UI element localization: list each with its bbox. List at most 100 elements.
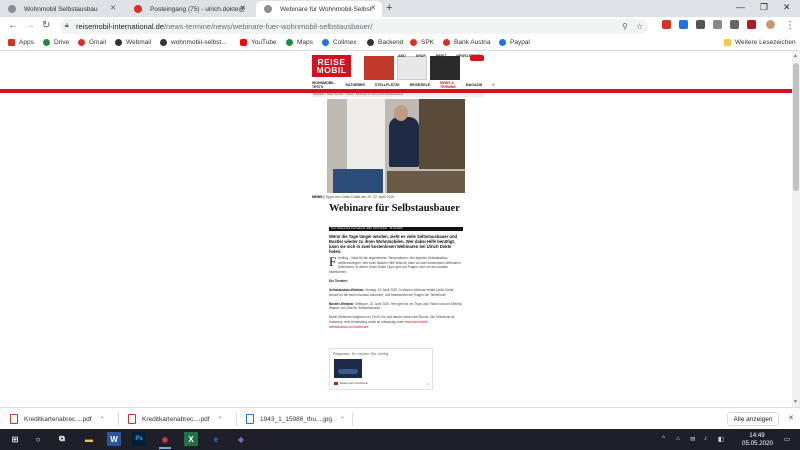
related-article-card[interactable]: Ratgeber: So heizen Sie richtig Reisemob… [329,348,433,390]
spk-icon [410,39,417,46]
word-icon[interactable]: W [107,432,121,446]
close-downloads-icon[interactable]: ✕ [788,414,794,422]
bookmark-youtube[interactable]: YouTube [240,39,277,46]
close-window-button[interactable]: ✕ [783,2,791,13]
bookmark-drive[interactable]: Drive [43,39,69,46]
chevron-up-icon[interactable]: ⌃ [218,416,223,423]
page-viewport: REISE MOBIL ABO SHOP PRINT NEWSLETTER WO… [0,51,792,407]
profile-avatar[interactable] [766,20,775,29]
reload-button[interactable]: ↻ [42,20,50,31]
scroll-down-icon[interactable]: ▼ [793,399,798,405]
acrobat-icon[interactable] [747,20,756,29]
topnav-print[interactable]: PRINT [436,54,447,58]
bookmark-collmex[interactable]: Collmex [322,39,356,46]
bookmark-label: SPK [421,39,435,46]
close-tab-icon[interactable]: ✕ [110,4,116,12]
nav-stellplaetze[interactable]: STELLPLÄTZE [375,83,400,87]
photoshop-icon[interactable]: Ps [132,432,146,446]
search-icon[interactable]: ⚲ [622,22,628,31]
youtube-icon [240,39,247,46]
site-login-button[interactable] [470,55,484,61]
extension-icon[interactable] [662,20,671,29]
minimize-button[interactable]: — [736,2,745,12]
bookmark-spk[interactable]: SPK [410,39,434,46]
search-icon[interactable]: ○ [31,432,45,446]
extension-icon[interactable] [696,20,705,29]
tab-wohnmobil-selbstausbau[interactable]: Wohnmobil Selbstausbau ✕ [0,1,122,17]
bookmark-apps[interactable]: Apps [8,39,34,46]
close-tab-icon[interactable]: ✕ [240,4,246,12]
download-item[interactable]: Kreditkartenabrec....pdf ⌃ [128,412,223,426]
scroll-up-icon[interactable]: ▲ [793,53,798,59]
collmex-icon [322,39,329,46]
bookmark-webmail[interactable]: Webmail [115,39,151,46]
apps-grid-icon [8,39,15,46]
bookmark-label: Gmail [89,39,106,46]
extension-icon[interactable] [713,20,722,29]
nav-magazin[interactable]: MAGAZIN [466,83,482,87]
file-explorer-icon[interactable]: ▬ [82,432,96,446]
share-icon[interactable]: < [427,381,429,386]
tray-overflow-icon[interactable]: ^ [662,435,665,442]
chrome-icon[interactable]: ◉ [158,432,172,449]
magazine-covers[interactable] [364,56,460,80]
network-icon[interactable]: ⌂ [676,435,680,442]
bookmark-bank-austria[interactable]: Bank Austria [443,39,491,46]
bookmark-wohnmobil[interactable]: wohnmobil-selbst... [160,39,227,46]
extension-icon[interactable] [730,20,739,29]
app-icon[interactable]: ◆ [234,432,248,446]
back-button[interactable]: ← [8,20,18,31]
bookmark-gmail[interactable]: Gmail [78,39,106,46]
download-item[interactable]: Kreditkartenabrec....pdf ⌃ [10,412,105,426]
breadcrumb[interactable]: Startseite > News-Termine > News > Webin… [312,93,484,97]
bookmark-star-icon[interactable]: ☆ [636,22,643,31]
chevron-up-icon[interactable]: ⌃ [100,416,105,423]
page-scrollbar[interactable]: ▲ ▼ [792,51,800,407]
new-tab-button[interactable]: + [386,2,392,14]
close-tab-icon[interactable]: ✕ [370,4,376,12]
logo-text: MOBIL [316,65,347,75]
site-logo[interactable]: REISE MOBIL [312,55,351,77]
forward-button[interactable]: → [25,20,35,31]
article-lead: Wenn die Tage länger werden, zieht es vi… [329,234,458,254]
bookmark-maps[interactable]: Maps [286,39,313,46]
scrollbar-thumb[interactable] [793,63,799,191]
other-bookmarks[interactable]: Weitere Lesezeichen [724,39,796,46]
magazine-cover[interactable] [364,56,394,80]
nav-reiseziele[interactable]: REISEZIELE [410,83,430,87]
divider [236,412,237,426]
restore-button[interactable]: ❐ [760,2,768,13]
folder-icon [724,39,731,46]
magazine-cover[interactable] [397,56,427,80]
search-icon[interactable]: ⚲ [492,83,495,87]
nav-ratgeber[interactable]: RATGEBER [346,83,365,87]
extension-icon[interactable] [679,20,688,29]
nav-news-termine[interactable]: NEWS & TERMINE [440,81,456,89]
clock[interactable]: 14:49 05.05.2020 [742,432,773,447]
download-item[interactable]: 1943_1_15986_thu....jpg ⌃ [246,412,345,426]
article-hero-image[interactable] [327,99,465,193]
edge-icon[interactable]: e [209,432,223,446]
tab-posteingang[interactable]: Posteingang (75) - ulrich.dokte@ ✕ [126,1,252,17]
nav-tests[interactable]: WOHNMOBIL-TESTS [312,81,336,89]
globe-icon [367,39,374,46]
start-icon[interactable]: ⊞ [8,432,22,446]
bookmark-backend[interactable]: Backend [367,39,403,46]
show-all-downloads-button[interactable]: Alle anzeigen [727,412,779,426]
topnav-abo[interactable]: ABO [398,54,406,58]
address-bar[interactable]: 🔒︎ reisemobil-international.de/news-term… [60,19,648,34]
bookmark-paypal[interactable]: Paypal [499,39,530,46]
gmail-icon [134,5,142,13]
mail-icon[interactable]: ✉ [690,435,695,443]
excel-icon[interactable]: X [184,432,198,446]
menu-icon[interactable]: ⋮ [785,20,795,31]
volume-icon[interactable]: ♪ [704,435,707,442]
magazine-cover[interactable] [430,56,460,80]
monitor-icon[interactable]: ◧ [718,435,724,443]
topnav-shop[interactable]: SHOP [416,54,426,58]
notifications-icon[interactable]: ▭ [784,435,790,443]
chevron-up-icon[interactable]: ⌃ [340,416,345,423]
task-view-icon[interactable]: ⧉ [55,432,69,446]
address-host: reisemobil-international.de [76,22,164,31]
tab-webinare[interactable]: Webinare für Wohnmobil-Selbst ✕ [256,1,382,17]
